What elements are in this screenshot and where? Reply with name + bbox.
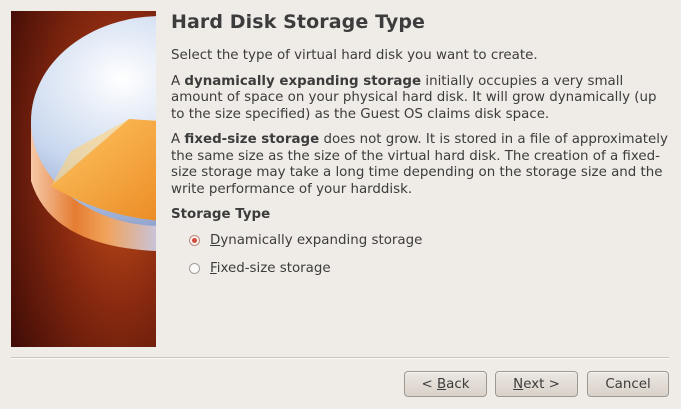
fixed-storage-option[interactable]: Fixed-size storage: [189, 259, 671, 277]
hard-disk-pie-icon: [11, 11, 156, 347]
next-button[interactable]: Next >: [495, 371, 578, 397]
fixed-storage-label[interactable]: Fixed-size storage: [210, 261, 331, 276]
button-separator: [11, 357, 669, 359]
cancel-button[interactable]: Cancel: [587, 371, 669, 397]
storage-type-label: Storage Type: [171, 207, 271, 222]
dynamic-storage-radio[interactable]: [189, 234, 200, 246]
fixed-storage-description: A fixed-size storage does not grow. It i…: [171, 132, 668, 197]
fixed-storage-radio[interactable]: [189, 262, 200, 274]
wizard-page: Hard Disk Storage Type Select the type o…: [171, 10, 671, 287]
wizard-side-image: [11, 11, 156, 347]
page-title: Hard Disk Storage Type: [171, 11, 426, 33]
dynamic-storage-description: A dynamically expanding storage initiall…: [171, 73, 657, 122]
dynamic-storage-label[interactable]: Dynamically expanding storage: [210, 233, 422, 248]
back-button[interactable]: < Back: [404, 371, 487, 397]
dynamic-storage-option[interactable]: Dynamically expanding storage: [189, 231, 671, 249]
intro-text: Select the type of virtual hard disk you…: [171, 48, 538, 63]
